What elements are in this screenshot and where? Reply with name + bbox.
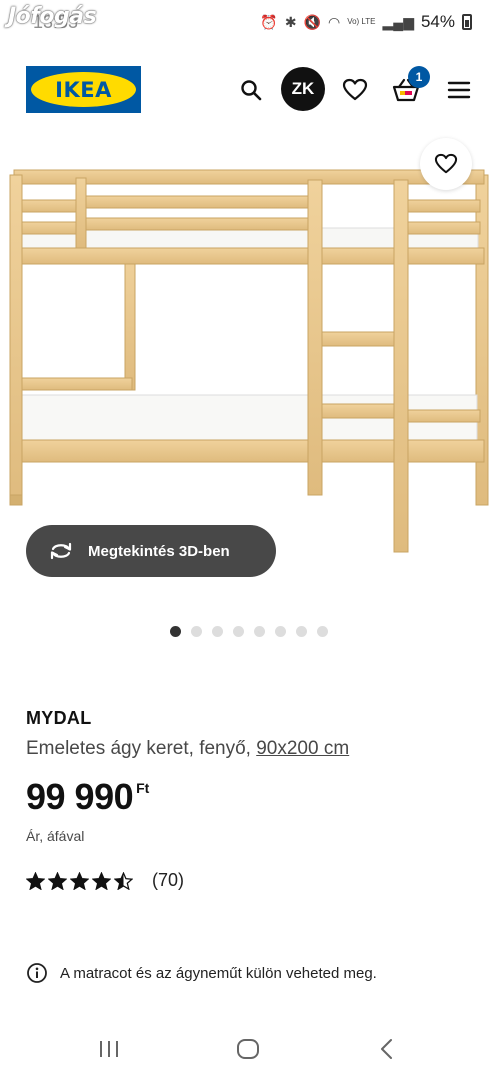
alarm-icon: ⏰ [260,13,278,30]
price-currency: Ft [136,780,150,796]
review-count: (70) [152,870,185,890]
ikea-logo[interactable]: IKEA [26,66,141,113]
search-button[interactable] [229,68,273,112]
status-icons: ⏰ ✱ 🔇 ◠ Vo) LTE ▂▄▆ 54% [260,12,472,32]
carousel-dot[interactable] [254,626,265,637]
recent-apps-button[interactable] [89,1034,129,1064]
search-icon [241,80,262,101]
view-3d-label: Megtekintés 3D-ben [88,542,230,560]
carousel-dot[interactable] [275,626,286,637]
battery-icon [462,14,472,30]
notice-text: A matracot és az ágyneműt külön veheted … [60,964,377,982]
add-to-favorites-button[interactable] [420,138,472,190]
mattress-notice: A matracot és az ágyneműt külön veheted … [26,962,377,984]
carousel-dot[interactable] [296,626,307,637]
heart-icon [342,78,368,101]
carousel-dot[interactable] [233,626,244,637]
view-3d-button[interactable]: Megtekintés 3D-ben [26,525,276,577]
product-name: MYDAL [26,708,92,728]
back-icon [381,1039,392,1059]
home-icon [237,1039,259,1059]
star-filled-icon [48,871,67,890]
product-page: 13:53 Jófogás ⏰ ✱ 🔇 ◠ Vo) LTE ▂▄▆ 54% IK… [0,0,498,1080]
rotate-3d-icon [50,542,72,560]
menu-icon [447,81,471,99]
site-header: IKEA ZK 1 [0,60,498,120]
bluetooth-icon: ✱ [284,13,297,30]
info-icon [27,963,47,983]
carousel-dot[interactable] [170,626,181,637]
carousel-dot[interactable] [212,626,223,637]
status-bar: 13:53 Jófogás ⏰ ✱ 🔇 ◠ Vo) LTE ▂▄▆ 54% [0,0,498,46]
cart-button[interactable]: 1 [384,66,430,112]
menu-button[interactable] [437,68,481,112]
wifi-icon: ◠ [327,13,341,30]
carousel-dots [170,626,328,637]
star-filled-icon [92,871,111,890]
back-button[interactable] [367,1034,407,1064]
product-type: Emeletes ágy keret, fenyő, [26,738,257,759]
rating-link[interactable]: (70) [26,870,184,891]
network-type: Vo) LTE [347,17,376,26]
mute-icon: 🔇 [303,13,321,30]
star-filled-icon [70,871,89,890]
heart-icon [434,153,458,174]
product-price: 99 990 Ft [26,776,149,818]
size-link[interactable]: 90x200 cm [256,738,349,759]
cart-count-badge: 1 [408,66,430,88]
star-half-icon [114,871,133,890]
recent-apps-icon [100,1041,118,1057]
signal-icon: ▂▄▆ [382,13,414,30]
home-button[interactable] [228,1034,268,1064]
logo-text: IKEA [55,77,112,102]
system-nav-bar [0,1020,498,1080]
star-filled-icon [26,871,45,890]
carousel-dot[interactable] [191,626,202,637]
price-amount: 99 990 [26,776,134,817]
watermark-logo: Jófogás [8,4,97,29]
product-description: Emeletes ágy keret, fenyő, 90x200 cm [26,738,349,760]
vat-note: Ár, áfával [26,828,85,844]
carousel-dot[interactable] [317,626,328,637]
battery-percent: 54% [420,12,455,31]
favorites-button[interactable] [333,68,377,112]
logo-oval: IKEA [31,72,136,107]
avatar[interactable]: ZK [281,67,325,111]
